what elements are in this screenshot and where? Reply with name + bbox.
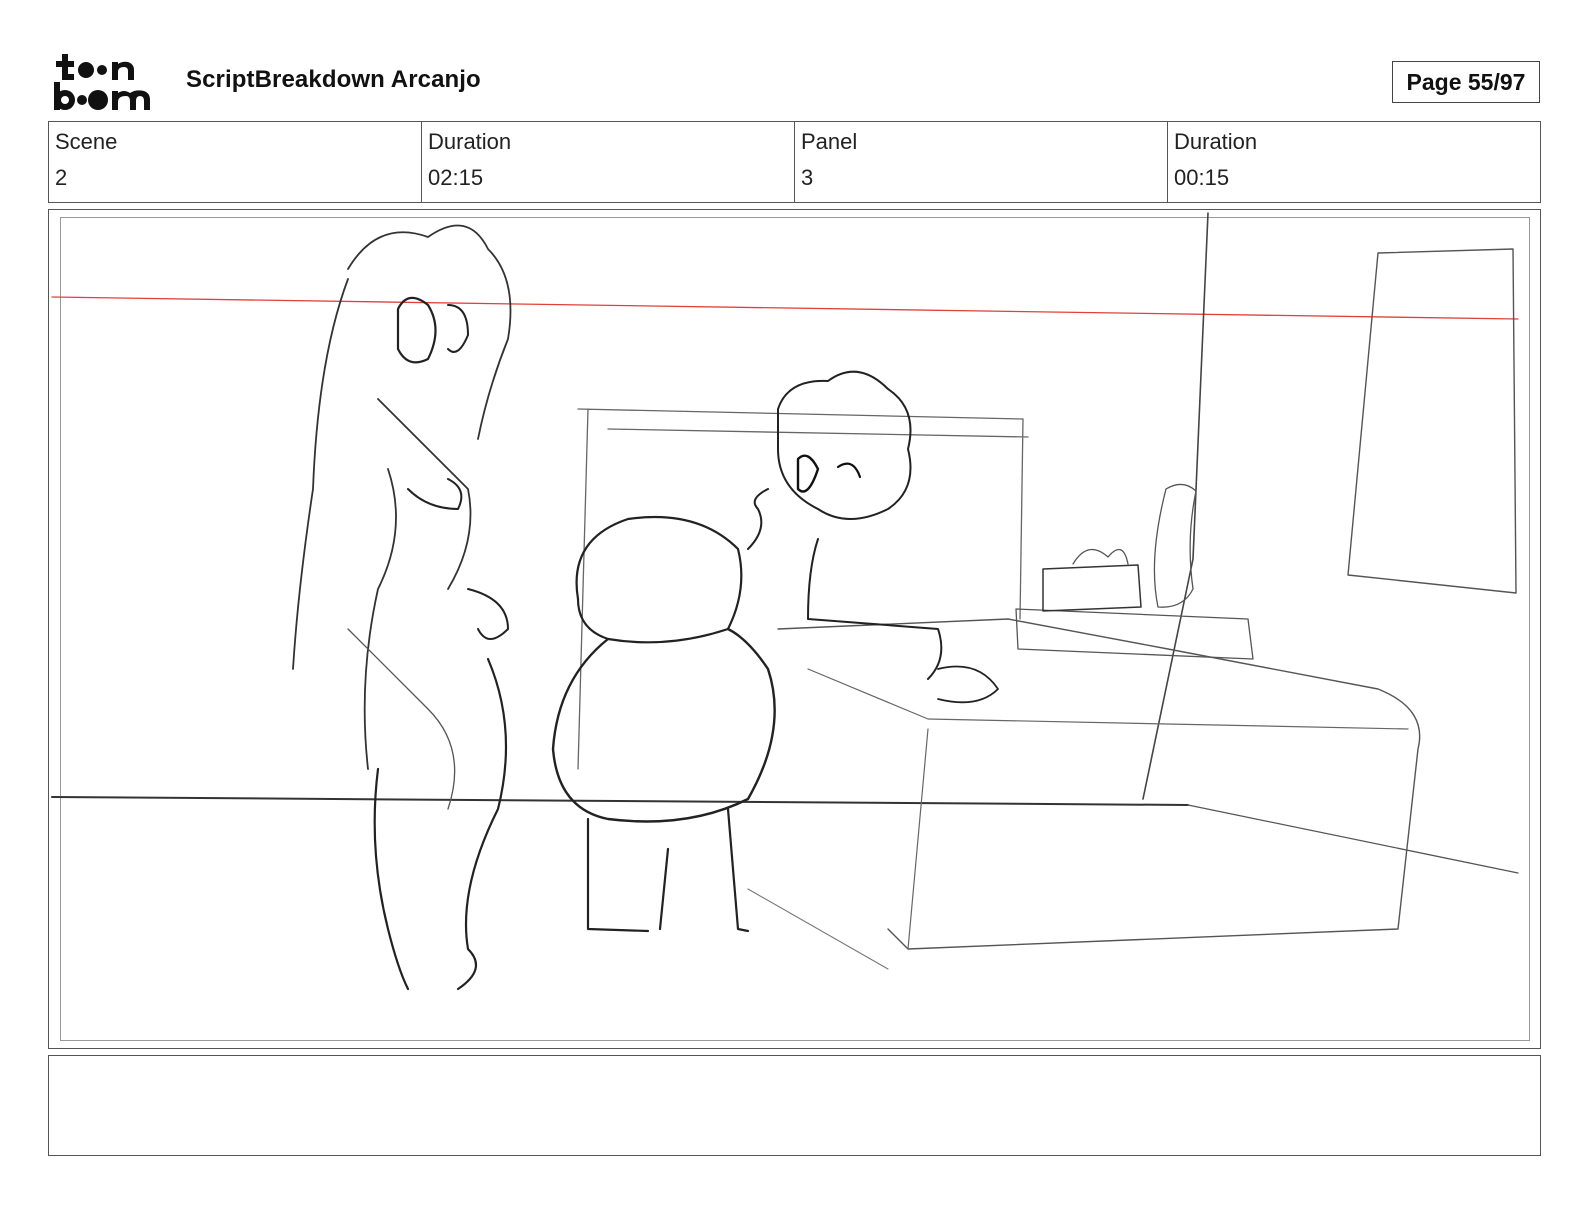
panel-label: Panel (801, 129, 858, 154)
panel-value: 3 (801, 165, 814, 190)
scene-duration-value: 02:15 (428, 165, 484, 190)
scene-duration-label: Duration (428, 129, 512, 154)
panel-notes-box (48, 1055, 1541, 1156)
panel-cell: Panel 3 (795, 122, 1168, 202)
scene-info-table: Scene 2 Duration 02:15 Panel 3 Duration … (48, 121, 1541, 203)
scene-label: Scene (55, 129, 118, 154)
scene-value: 2 (55, 165, 68, 190)
scene-cell: Scene 2 (49, 122, 422, 202)
storyboard-sketch (51, 212, 1519, 991)
panel-duration-value: 00:15 (1174, 165, 1230, 190)
project-title: ScriptBreakdown Arcanjo (186, 66, 481, 93)
toon-boom-logo (54, 54, 150, 110)
scene-duration-cell: Duration 02:15 (422, 122, 795, 202)
panel-duration-label: Duration (1174, 129, 1258, 154)
page-indicator: Page 55/97 (1392, 61, 1540, 103)
panel-duration-cell: Duration 00:15 (1168, 122, 1540, 202)
